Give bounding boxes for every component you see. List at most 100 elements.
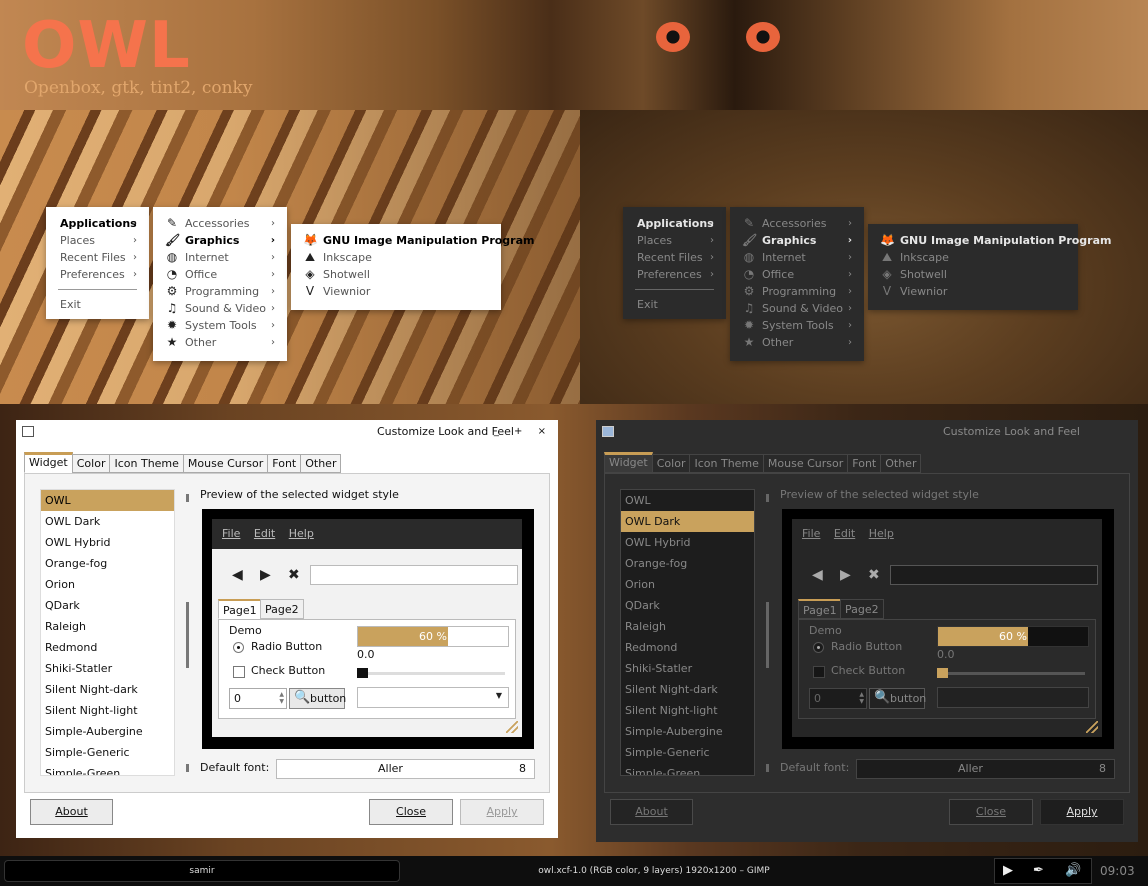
preview-menu-edit[interactable]: Edit bbox=[834, 527, 855, 540]
apply-button[interactable]: Apply bbox=[1040, 799, 1124, 825]
menu-item-other[interactable]: ★ Other › bbox=[153, 334, 287, 351]
forward-icon[interactable]: ▶ bbox=[840, 567, 851, 583]
list-item[interactable]: Orange-fog bbox=[41, 553, 174, 574]
tab-mouse-cursor[interactable]: Mouse Cursor bbox=[762, 454, 849, 473]
splitter-handle[interactable] bbox=[186, 494, 189, 502]
menu-item-exit[interactable]: Exit bbox=[46, 296, 149, 313]
menu-item-exit[interactable]: Exit bbox=[623, 296, 726, 313]
menu-item-preferences[interactable]: Preferences › bbox=[46, 266, 149, 283]
tab-color[interactable]: Color bbox=[651, 454, 691, 473]
list-item[interactable]: OWL Hybrid bbox=[621, 532, 754, 553]
combo-box[interactable] bbox=[937, 687, 1089, 708]
list-item[interactable]: Simple-Generic bbox=[621, 742, 754, 763]
list-item[interactable]: Silent Night-dark bbox=[41, 679, 174, 700]
menu-item-applications[interactable]: Applications › bbox=[623, 215, 726, 232]
tab-other[interactable]: Other bbox=[300, 454, 342, 473]
theme-list[interactable]: OWL OWL Dark OWL Hybrid Orange-fog Orion… bbox=[620, 489, 755, 776]
menu-item-internet[interactable]: ◍ Internet › bbox=[730, 249, 864, 266]
menu-item-recent-files[interactable]: Recent Files › bbox=[623, 249, 726, 266]
list-scrollbar[interactable] bbox=[186, 602, 189, 668]
tab-color[interactable]: Color bbox=[71, 454, 111, 473]
menu-item-viewnior[interactable]: V Viewnior bbox=[291, 283, 501, 300]
menu-item-graphics[interactable]: 🖌 Graphics › bbox=[730, 232, 864, 249]
preview-tab-page1[interactable]: Page1 bbox=[218, 599, 262, 619]
menu-item-recent-files[interactable]: Recent Files › bbox=[46, 249, 149, 266]
list-item[interactable]: Shiki-Statler bbox=[41, 658, 174, 679]
forward-icon[interactable]: ▶ bbox=[260, 567, 271, 583]
close-button[interactable]: Close bbox=[369, 799, 453, 825]
list-item[interactable]: OWL bbox=[621, 490, 754, 511]
title-bar[interactable]: Customize Look and Feel bbox=[596, 420, 1138, 444]
check-button[interactable] bbox=[813, 666, 825, 678]
back-icon[interactable]: ◀ bbox=[232, 567, 243, 583]
menu-item-programming[interactable]: ⚙ Programming › bbox=[730, 283, 864, 300]
window-controls[interactable]: _ + × bbox=[494, 420, 552, 444]
spin-button[interactable]: 0 ▲ ▼ bbox=[809, 688, 867, 709]
menu-item-sound-video[interactable]: ♫ Sound & Video › bbox=[153, 300, 287, 317]
list-item[interactable]: Simple-Generic bbox=[41, 742, 174, 763]
menu-item-programming[interactable]: ⚙ Programming › bbox=[153, 283, 287, 300]
radio-button[interactable] bbox=[813, 642, 824, 653]
menu-item-places[interactable]: Places › bbox=[623, 232, 726, 249]
splitter-handle[interactable] bbox=[766, 494, 769, 502]
preview-menu-file[interactable]: File bbox=[222, 527, 240, 540]
menu-item-accessories[interactable]: ✎ Accessories › bbox=[153, 215, 287, 232]
list-item[interactable]: Redmond bbox=[621, 637, 754, 658]
menu-item-other[interactable]: ★ Other › bbox=[730, 334, 864, 351]
menu-item-places[interactable]: Places › bbox=[46, 232, 149, 249]
list-item[interactable]: Orion bbox=[621, 574, 754, 595]
spin-arrows-icon[interactable]: ▲ ▼ bbox=[279, 691, 284, 705]
spin-arrows-icon[interactable]: ▲ ▼ bbox=[859, 691, 864, 705]
list-item[interactable]: QDark bbox=[41, 595, 174, 616]
menu-item-graphics[interactable]: 🖌 Graphics › bbox=[153, 232, 287, 249]
list-item[interactable]: OWL Dark bbox=[41, 511, 174, 532]
slider-knob[interactable] bbox=[357, 668, 368, 678]
menu-item-shotwell[interactable]: ◈ Shotwell bbox=[291, 266, 501, 283]
menu-item-sound-video[interactable]: ♫ Sound & Video › bbox=[730, 300, 864, 317]
search-button[interactable]: 🔍 button bbox=[289, 688, 346, 709]
check-button[interactable] bbox=[233, 666, 245, 678]
menu-item-gimp[interactable]: 🦊 GNU Image Manipulation Program bbox=[868, 232, 1111, 249]
list-item[interactable]: Simple-Aubergine bbox=[41, 721, 174, 742]
menu-item-office[interactable]: ◔ Office › bbox=[153, 266, 287, 283]
resize-grip[interactable] bbox=[506, 721, 518, 733]
list-item[interactable]: Orange-fog bbox=[621, 553, 754, 574]
title-bar[interactable]: Customize Look and Feel _ + × bbox=[16, 420, 558, 444]
tab-widget[interactable]: Widget bbox=[604, 452, 653, 473]
list-item[interactable]: Redmond bbox=[41, 637, 174, 658]
preview-menu-edit[interactable]: Edit bbox=[254, 527, 275, 540]
tab-mouse-cursor[interactable]: Mouse Cursor bbox=[182, 454, 269, 473]
active-window-title[interactable]: owl.xcf-1.0 (RGB color, 9 layers) 1920x1… bbox=[420, 856, 888, 886]
list-item[interactable]: Simple-Green bbox=[621, 763, 754, 775]
about-button[interactable]: About bbox=[610, 799, 693, 825]
close-button[interactable]: Close bbox=[949, 799, 1033, 825]
radio-button[interactable] bbox=[233, 642, 244, 653]
menu-item-applications[interactable]: Applications › bbox=[46, 215, 149, 232]
list-item[interactable]: Raleigh bbox=[41, 616, 174, 637]
stop-icon[interactable]: ✖ bbox=[288, 567, 300, 583]
play-icon[interactable]: ▶ bbox=[1003, 863, 1013, 878]
tab-widget[interactable]: Widget bbox=[24, 452, 73, 473]
list-item[interactable]: OWL bbox=[41, 490, 174, 511]
theme-list[interactable]: OWL OWL Dark OWL Hybrid Orange-fog Orion… bbox=[40, 489, 175, 776]
splitter-handle[interactable] bbox=[766, 764, 769, 772]
preview-tab-page1[interactable]: Page1 bbox=[798, 599, 842, 619]
list-item[interactable]: Simple-Aubergine bbox=[621, 721, 754, 742]
list-item[interactable]: Shiki-Statler bbox=[621, 658, 754, 679]
tab-icon-theme[interactable]: Icon Theme bbox=[689, 454, 764, 473]
tab-other[interactable]: Other bbox=[880, 454, 922, 473]
list-item[interactable]: Silent Night-light bbox=[621, 700, 754, 721]
list-item[interactable]: Silent Night-dark bbox=[621, 679, 754, 700]
apply-button[interactable]: Apply bbox=[460, 799, 544, 825]
list-item[interactable]: OWL Hybrid bbox=[41, 532, 174, 553]
list-item[interactable]: Simple-Green bbox=[41, 763, 174, 775]
list-item[interactable]: QDark bbox=[621, 595, 754, 616]
stop-icon[interactable]: ✖ bbox=[868, 567, 880, 583]
menu-item-gimp[interactable]: 🦊 GNU Image Manipulation Program bbox=[291, 232, 534, 249]
menu-item-preferences[interactable]: Preferences › bbox=[623, 266, 726, 283]
preview-entry[interactable] bbox=[890, 565, 1098, 585]
spin-button[interactable]: 0 ▲ ▼ bbox=[229, 688, 287, 709]
menu-item-accessories[interactable]: ✎ Accessories › bbox=[730, 215, 864, 232]
menu-item-system-tools[interactable]: ✹ System Tools › bbox=[730, 317, 864, 334]
list-item[interactable]: OWL Dark bbox=[621, 511, 754, 532]
